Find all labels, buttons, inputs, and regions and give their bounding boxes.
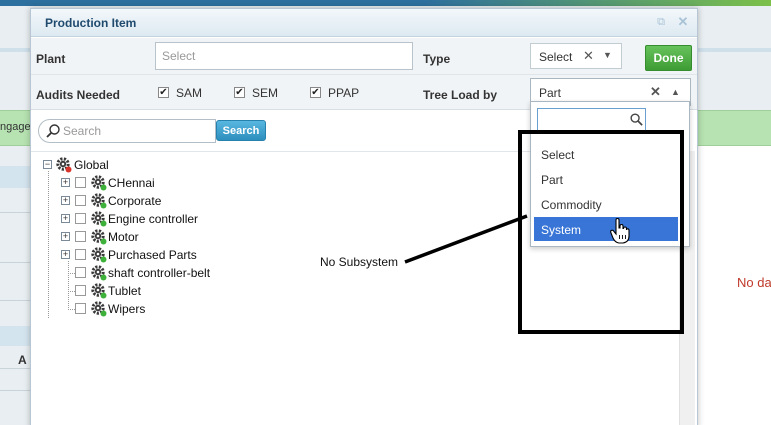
done-button[interactable]: Done <box>645 45 692 71</box>
tree-node-label[interactable]: Engine controller <box>108 212 198 226</box>
dropdown-search-box[interactable] <box>537 108 646 131</box>
background-divider <box>0 390 30 391</box>
expand-icon[interactable]: + <box>61 232 70 241</box>
tree-node-label[interactable]: Corporate <box>108 194 161 208</box>
clear-icon[interactable]: ✕ <box>583 48 594 64</box>
restore-icon[interactable]: ⧉ <box>655 16 667 28</box>
tree-node-checkbox[interactable] <box>75 285 86 296</box>
audit-checkbox-label: SAM <box>176 86 203 100</box>
tree-node-label[interactable]: CHennai <box>108 176 155 190</box>
caret-up-icon[interactable]: ▲ <box>671 87 680 97</box>
tree-search-input[interactable] <box>63 122 213 140</box>
annotation-text: No Subsystem <box>320 255 399 269</box>
background-row-strip <box>0 166 30 188</box>
background-tab-label[interactable]: ngage <box>0 121 30 133</box>
caret-down-icon[interactable]: ▼ <box>603 50 612 60</box>
background-row-strip <box>0 326 30 346</box>
tree-load-by-value: Part <box>539 86 562 100</box>
tree-node-label[interactable]: Purchased Parts <box>108 248 197 262</box>
plant-label: Plant <box>36 52 66 66</box>
tree-node-label[interactable]: shaft controller-belt <box>108 266 210 280</box>
app-top-bar <box>0 0 771 6</box>
check-icon[interactable]: ✔ <box>310 87 321 98</box>
tree-node-checkbox[interactable] <box>75 303 86 314</box>
tree-node-label[interactable]: Global <box>74 158 109 172</box>
tree-node-checkbox[interactable] <box>75 231 86 242</box>
gear-icon <box>91 283 107 299</box>
gear-icon <box>91 193 107 209</box>
tree-node-checkbox[interactable] <box>75 267 86 278</box>
expand-icon[interactable]: + <box>61 196 70 205</box>
tree-node-checkbox[interactable] <box>75 249 86 260</box>
audit-checkbox-label: PPAP <box>328 86 360 100</box>
tree-connector <box>68 261 69 310</box>
dropdown-search-input[interactable] <box>541 111 621 128</box>
gear-icon <box>91 175 107 191</box>
collapse-icon[interactable]: − <box>43 160 52 169</box>
gear-icon <box>56 157 72 173</box>
close-icon[interactable]: ✕ <box>676 15 690 29</box>
background-divider <box>0 300 30 301</box>
tree-node-checkbox[interactable] <box>75 213 86 224</box>
expand-icon[interactable]: + <box>61 214 70 223</box>
gear-icon <box>91 229 107 245</box>
background-divider <box>0 212 30 213</box>
audits-needed-label: Audits Needed <box>36 88 121 102</box>
type-label: Type <box>423 52 451 66</box>
background-no-data-message: No da <box>737 275 771 290</box>
dialog-form: Plant Type Select ✕ ▼ Done Audits Needed… <box>31 38 697 110</box>
tree-node-label[interactable]: Motor <box>108 230 139 244</box>
search-button[interactable]: Search <box>216 120 266 141</box>
gear-icon <box>91 301 107 317</box>
plant-input[interactable] <box>155 42 413 70</box>
gear-icon <box>91 247 107 263</box>
search-icon <box>46 124 60 138</box>
tree-search-box[interactable] <box>38 119 216 143</box>
tree-node-label[interactable]: Tublet <box>108 284 141 298</box>
gear-icon <box>91 211 107 227</box>
tree-node-label[interactable]: Wipers <box>108 302 145 316</box>
type-select[interactable]: Select ✕ ▼ <box>530 43 622 69</box>
tree-node-checkbox[interactable] <box>75 195 86 206</box>
gear-icon <box>91 265 107 281</box>
tree-load-by-label: Tree Load by <box>423 88 498 102</box>
form-row-divider <box>31 74 697 75</box>
annotation-highlight-box <box>518 130 684 334</box>
dialog-header: Production Item ⧉ ✕ <box>31 9 697 37</box>
background-divider <box>0 368 30 369</box>
background-column-header: A <box>18 353 27 367</box>
dialog-title: Production Item <box>45 16 137 30</box>
tree-node-checkbox[interactable] <box>75 177 86 188</box>
expand-icon[interactable]: + <box>61 250 70 259</box>
search-icon <box>630 113 643 126</box>
audit-checkbox-label: SEM <box>252 86 279 100</box>
expand-icon[interactable]: + <box>61 178 70 187</box>
check-icon[interactable]: ✔ <box>234 87 245 98</box>
tree-connector <box>48 171 49 319</box>
background-divider <box>0 262 30 263</box>
clear-icon[interactable]: ✕ <box>650 84 661 100</box>
check-icon[interactable]: ✔ <box>158 87 169 98</box>
type-select-value: Select <box>539 50 573 64</box>
